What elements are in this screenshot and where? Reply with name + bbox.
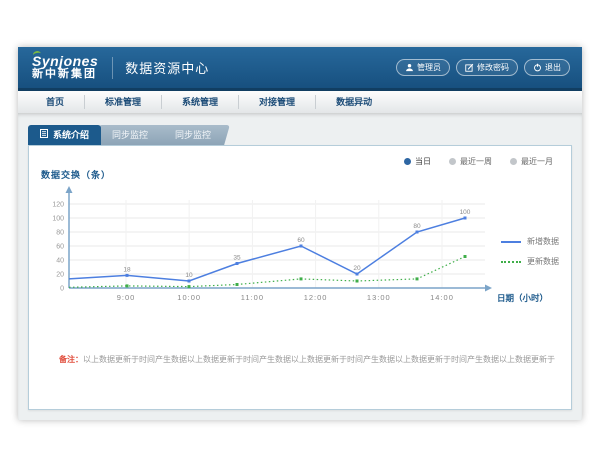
svg-text:14:00: 14:00	[430, 293, 454, 302]
nav-item-interface[interactable]: 对接管理	[238, 95, 315, 109]
tab-system-intro[interactable]: 系统介绍	[28, 125, 101, 145]
legend-label: 更新数据	[527, 256, 559, 267]
footnote-prefix: 备注：	[59, 355, 83, 364]
change-password-button-label: 修改密码	[477, 62, 509, 73]
svg-text:12:00: 12:00	[304, 293, 328, 302]
y-axis-title: 数据交换（条）	[41, 168, 111, 181]
tab-label: 同步监控	[112, 125, 148, 145]
tab-label: 系统介绍	[53, 125, 89, 145]
radio-last-month[interactable]: 最近一月	[510, 156, 553, 167]
svg-text:80: 80	[413, 223, 421, 230]
page-title: 数据资源中心	[125, 58, 209, 77]
radio-label: 最近一周	[460, 156, 492, 167]
logout-button-label: 退出	[545, 62, 561, 73]
radio-today[interactable]: 当日	[404, 156, 431, 167]
footnote-text: 以上数据更新于时间产生数据以上数据更新于时间产生数据以上数据更新于时间产生数据以…	[83, 355, 555, 364]
svg-text:100: 100	[52, 216, 64, 223]
main-nav: 首页 标准管理 系统管理 对接管理 数据异动	[18, 91, 582, 113]
nav-item-changes[interactable]: 数据异动	[315, 95, 392, 109]
svg-text:60: 60	[297, 237, 305, 244]
legend-item-update-data: 更新数据	[501, 256, 559, 267]
user-icon	[405, 63, 414, 72]
legend-label: 新增数据	[527, 236, 559, 247]
svg-text:120: 120	[52, 202, 64, 209]
power-icon	[533, 63, 542, 72]
svg-text:20: 20	[353, 265, 361, 272]
nav-item-system[interactable]: 系统管理	[161, 95, 238, 109]
svg-text:日期（小时）: 日期（小时）	[497, 293, 548, 303]
header-divider	[112, 57, 113, 79]
svg-text:11:00: 11:00	[241, 293, 264, 302]
legend-item-new-data: 新增数据	[501, 236, 559, 247]
nav-item-home[interactable]: 首页	[26, 95, 84, 109]
admin-button[interactable]: 管理员	[396, 59, 450, 76]
tab-bar: 系统介绍 同步监控 同步监控	[28, 125, 227, 145]
svg-text:20: 20	[56, 272, 64, 279]
line-chart: 0 20 40 60 80 100 120 9:00 10:00 11:00 12:00 13:00 1…	[33, 184, 568, 316]
tab-sync-monitor-2[interactable]: 同步监控	[156, 125, 230, 145]
legend-line-dotted-icon	[501, 261, 521, 263]
user-actions: 管理员 修改密码 退出	[396, 47, 570, 88]
admin-button-label: 管理员	[417, 62, 441, 73]
document-icon	[40, 125, 48, 145]
svg-text:10: 10	[185, 272, 193, 279]
change-password-button[interactable]: 修改密码	[456, 59, 518, 76]
app-window: Synjones 新中新集团 数据资源中心 管理员 修改密码	[18, 47, 582, 420]
radio-label: 最近一月	[521, 156, 553, 167]
svg-text:9:00: 9:00	[117, 293, 136, 302]
svg-text:0: 0	[60, 286, 64, 293]
svg-text:18: 18	[123, 266, 131, 273]
svg-text:35: 35	[233, 255, 241, 262]
svg-text:13:00: 13:00	[367, 293, 391, 302]
svg-text:60: 60	[56, 244, 64, 251]
radio-icon	[404, 158, 411, 165]
chart-legend: 新增数据 更新数据	[501, 234, 559, 269]
logout-button[interactable]: 退出	[524, 59, 570, 76]
radio-icon	[510, 158, 517, 165]
range-filter: 当日 最近一周 最近一月	[404, 156, 553, 167]
radio-last-week[interactable]: 最近一周	[449, 156, 492, 167]
logo: Synjones 新中新集团	[18, 54, 98, 80]
app-header: Synjones 新中新集团 数据资源中心 管理员 修改密码	[18, 47, 582, 88]
edit-icon	[465, 63, 474, 72]
svg-text:100: 100	[460, 209, 471, 216]
tab-label: 同步监控	[175, 125, 211, 145]
chart-panel: 当日 最近一周 最近一月 数据交换（条） 0 20 40 60 80 100 120 9:00…	[28, 145, 572, 410]
radio-icon	[449, 158, 456, 165]
svg-text:10:00: 10:00	[177, 293, 201, 302]
logo-company: 新中新集团	[32, 69, 98, 81]
svg-text:40: 40	[56, 258, 64, 265]
content-area: 系统介绍 同步监控 同步监控 当日 最近一周	[18, 113, 582, 420]
radio-label: 当日	[415, 156, 431, 167]
logo-brand: Synjones	[32, 54, 98, 69]
legend-line-solid-icon	[501, 241, 521, 243]
nav-item-standards[interactable]: 标准管理	[84, 95, 161, 109]
svg-text:80: 80	[56, 230, 64, 237]
footnote: 备注：以上数据更新于时间产生数据以上数据更新于时间产生数据以上数据更新于时间产生…	[59, 354, 555, 365]
